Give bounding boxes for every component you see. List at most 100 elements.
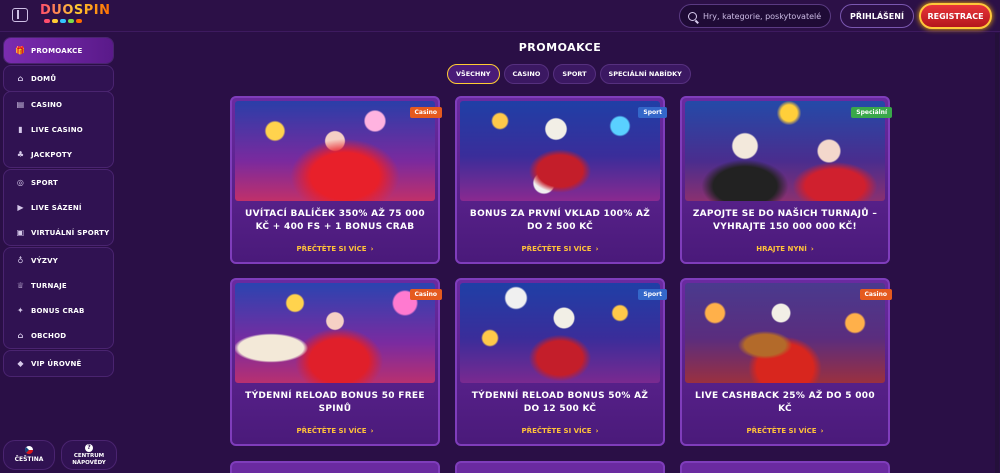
sidebar-item-live-casino[interactable]: ▮ LIVE CASINO bbox=[4, 117, 113, 142]
nav-group-home: ⌂ DOMŮ bbox=[3, 65, 114, 92]
scrollbar[interactable] bbox=[995, 33, 999, 473]
help-center-button[interactable]: ? CENTRUM NÁPOVĚDY bbox=[61, 440, 117, 470]
clover-icon: ♣ bbox=[16, 150, 25, 159]
sidebar-item-label: SPORT bbox=[31, 178, 58, 187]
sidebar-item-live-sazeni[interactable]: ▶ LIVE SÁZENÍ bbox=[4, 195, 113, 220]
search-icon bbox=[688, 11, 697, 21]
language-button[interactable]: ČEŠTINA bbox=[3, 440, 55, 470]
promo-title: UVÍTACÍ BALÍČEK 350% AŽ 75 000 KČ + 400 … bbox=[245, 209, 425, 232]
promo-link[interactable]: PŘEČTĚTE SI VÍCE › bbox=[457, 245, 663, 253]
promo-tabs: VŠECHNY CASINO SPORT SPECIÁLNÍ NABÍDKY bbox=[447, 64, 691, 84]
sidebar-item-sport[interactable]: ◎ SPORT bbox=[4, 170, 113, 195]
page-title: PROMOAKCE bbox=[518, 41, 602, 54]
search-box[interactable] bbox=[679, 4, 831, 28]
promo-card-partial[interactable] bbox=[455, 461, 665, 473]
promo-title: TÝDENNÍ RELOAD BONUS 50 FREE SPINŮ bbox=[245, 391, 425, 414]
tab-vsechny[interactable]: VŠECHNY bbox=[447, 64, 500, 84]
diamond-icon: ◆ bbox=[17, 359, 24, 368]
chevron-right-icon: › bbox=[820, 427, 824, 435]
promo-link[interactable]: PŘEČTĚTE SI VÍCE › bbox=[232, 427, 438, 435]
promo-link-label: PŘEČTĚTE SI VÍCE bbox=[296, 245, 367, 253]
sidebar-item-label: PROMOAKCE bbox=[31, 46, 83, 55]
promo-link-label: PŘEČTĚTE SI VÍCE bbox=[521, 427, 592, 435]
tab-sport[interactable]: SPORT bbox=[553, 64, 596, 84]
logo[interactable]: DUOSPIN bbox=[40, 3, 111, 18]
promo-link[interactable]: PŘEČTĚTE SI VÍCE › bbox=[232, 245, 438, 253]
slot-icon: ▤ bbox=[16, 100, 25, 109]
nav-group-casino: ▤ CASINO ▮ LIVE CASINO ♣ JACKPOTY bbox=[3, 91, 114, 168]
register-button[interactable]: REGISTRACE bbox=[919, 3, 992, 29]
promo-title: TÝDENNÍ RELOAD BONUS 50% AŽ DO 12 500 KČ bbox=[471, 391, 649, 414]
chevron-right-icon: › bbox=[595, 245, 599, 253]
promo-card[interactable]: Sport BONUS ZA PRVNÍ VKLAD 100% AŽ DO 2 … bbox=[455, 96, 667, 264]
nav-group-vip: ◆ VIP ÚROVNĚ bbox=[3, 350, 114, 377]
search-input[interactable] bbox=[703, 11, 828, 21]
promo-card[interactable]: Casino LIVE CASHBACK 25% AŽ DO 5 000 KČ … bbox=[680, 278, 892, 446]
sidebar: 🎁 PROMOAKCE ⌂ DOMŮ ▤ CASINO ▮ LIVE CASIN… bbox=[0, 33, 120, 473]
sidebar-item-virtualni-sporty[interactable]: ▣ VIRTUÁLNÍ SPORTY bbox=[4, 220, 113, 245]
main-content: PROMOAKCE VŠECHNY CASINO SPORT SPECIÁLNÍ… bbox=[120, 33, 1000, 473]
help-label-line2: NÁPOVĚDY bbox=[72, 460, 106, 466]
promo-badge: Casino bbox=[859, 289, 892, 300]
promo-link-label: PŘEČTĚTE SI VÍCE bbox=[746, 427, 817, 435]
live-betting-icon: ▶ bbox=[17, 203, 24, 212]
sidebar-item-label: LIVE CASINO bbox=[31, 125, 83, 134]
sidebar-toggle-icon[interactable] bbox=[12, 8, 28, 22]
top-header: DUOSPIN PŘIHLÁŠENÍ REGISTRACE bbox=[0, 0, 1000, 32]
sidebar-item-label: DOMŮ bbox=[31, 74, 57, 83]
promo-link-label: PŘEČTĚTE SI VÍCE bbox=[296, 427, 367, 435]
promo-image-guitarist bbox=[685, 283, 885, 383]
help-label-line1: CENTRUM bbox=[73, 453, 105, 459]
promo-link[interactable]: HRAJTE NYNÍ › bbox=[682, 245, 888, 253]
sidebar-item-bonus-crab[interactable]: ✦ BONUS CRAB bbox=[4, 298, 113, 323]
czech-flag-icon bbox=[25, 446, 33, 454]
crab-icon: ✦ bbox=[17, 306, 24, 315]
sidebar-item-obchod[interactable]: ⌂ OBCHOD bbox=[4, 323, 113, 348]
tab-specialni-nabidky[interactable]: SPECIÁLNÍ NABÍDKY bbox=[599, 64, 691, 84]
home-icon: ⌂ bbox=[17, 74, 24, 83]
promo-card[interactable]: Casino UVÍTACÍ BALÍČEK 350% AŽ 75 000 KČ… bbox=[230, 96, 442, 264]
sidebar-item-casino[interactable]: ▤ CASINO bbox=[4, 92, 113, 117]
promo-image-dancer bbox=[235, 101, 435, 201]
tab-casino[interactable]: CASINO bbox=[503, 64, 550, 84]
target-icon: ♁ bbox=[17, 256, 24, 265]
promo-card[interactable]: Casino TÝDENNÍ RELOAD BONUS 50 FREE SPIN… bbox=[230, 278, 442, 446]
sidebar-item-vip-urovne[interactable]: ◆ VIP ÚROVNĚ bbox=[4, 351, 113, 376]
live-casino-icon: ▮ bbox=[18, 125, 23, 134]
sidebar-item-domu[interactable]: ⌂ DOMŮ bbox=[4, 66, 113, 91]
chevron-right-icon: › bbox=[595, 427, 599, 435]
promo-title: LIVE CASHBACK 25% AŽ DO 5 000 KČ bbox=[695, 391, 875, 414]
question-icon: ? bbox=[85, 444, 93, 452]
sidebar-item-label: OBCHOD bbox=[31, 331, 67, 340]
promo-image-skeleton-coins bbox=[460, 283, 660, 383]
sidebar-item-promoakce[interactable]: 🎁 PROMOAKCE bbox=[4, 38, 113, 63]
promo-card[interactable]: Speciální ZAPOJTE SE DO NAŠICH TURNAJŮ –… bbox=[680, 96, 892, 264]
promo-card-partial[interactable] bbox=[680, 461, 890, 473]
chevron-right-icon: › bbox=[810, 245, 814, 253]
login-button[interactable]: PŘIHLÁŠENÍ bbox=[840, 4, 914, 28]
sidebar-item-label: BONUS CRAB bbox=[31, 306, 85, 315]
promo-link[interactable]: PŘEČTĚTE SI VÍCE › bbox=[457, 427, 663, 435]
sidebar-item-jackpoty[interactable]: ♣ JACKPOTY bbox=[4, 142, 113, 167]
promo-card-partial[interactable] bbox=[230, 461, 440, 473]
virtual-sports-icon: ▣ bbox=[16, 228, 25, 237]
promo-link-label: HRAJTE NYNÍ bbox=[756, 245, 807, 253]
promo-link[interactable]: PŘEČTĚTE SI VÍCE › bbox=[682, 427, 888, 435]
promo-title: BONUS ZA PRVNÍ VKLAD 100% AŽ DO 2 500 KČ bbox=[469, 209, 651, 232]
sidebar-item-vyzvy[interactable]: ♁ VÝZVY bbox=[4, 248, 113, 273]
promo-title: ZAPOJTE SE DO NAŠICH TURNAJŮ – VYHRAJTE … bbox=[692, 209, 878, 232]
chevron-right-icon: › bbox=[370, 427, 374, 435]
promo-image-dancer-ticket bbox=[235, 283, 435, 383]
promo-badge: Speciální bbox=[851, 107, 892, 118]
sidebar-item-label: VIRTUÁLNÍ SPORTY bbox=[31, 228, 110, 237]
sidebar-item-turnaje[interactable]: ♕ TURNAJE bbox=[4, 273, 113, 298]
sidebar-item-label: LIVE SÁZENÍ bbox=[31, 203, 82, 212]
chevron-right-icon: › bbox=[370, 245, 374, 253]
sidebar-item-label: JACKPOTY bbox=[31, 150, 73, 159]
nav-group-sport: ◎ SPORT ▶ LIVE SÁZENÍ ▣ VIRTUÁLNÍ SPORTY bbox=[3, 169, 114, 246]
promo-link-label: PŘEČTĚTE SI VÍCE bbox=[521, 245, 592, 253]
sidebar-item-label: CASINO bbox=[31, 100, 63, 109]
ball-icon: ◎ bbox=[16, 178, 25, 187]
sidebar-item-label: VÝZVY bbox=[31, 256, 59, 265]
promo-card[interactable]: Sport TÝDENNÍ RELOAD BONUS 50% AŽ DO 12 … bbox=[455, 278, 667, 446]
